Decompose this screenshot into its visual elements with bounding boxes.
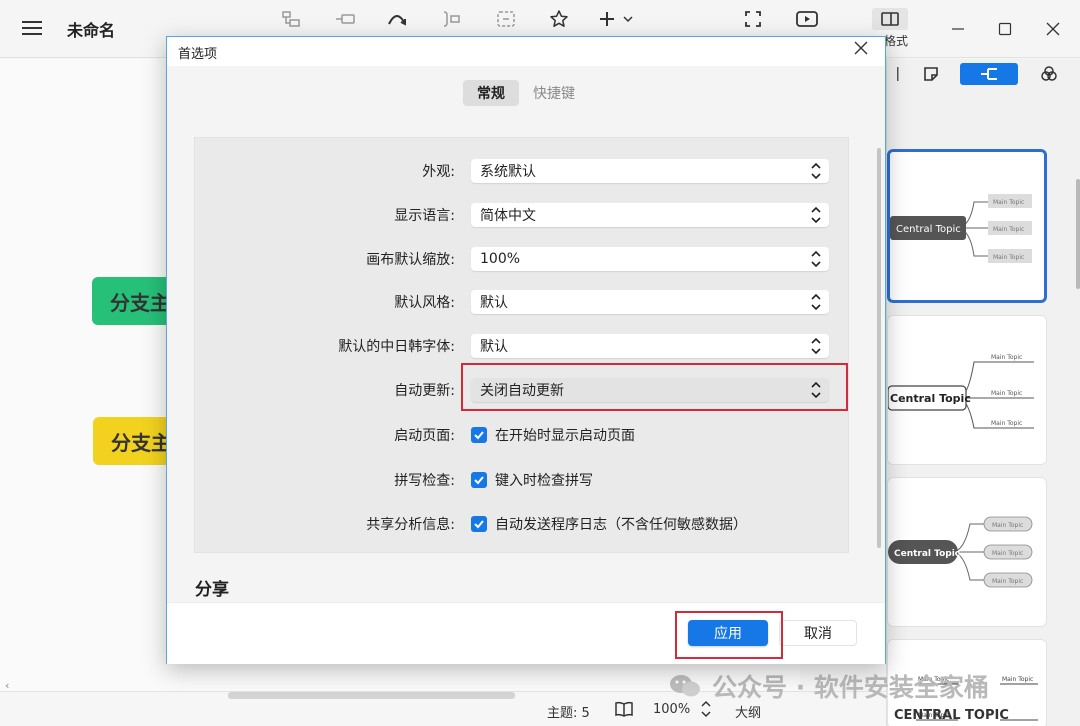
theme-card-2[interactable]: Central Topic Main Topic Main Topic Main…	[887, 315, 1047, 465]
language-value: 简体中文	[480, 208, 536, 224]
cjk-font-select[interactable]: 默认	[471, 334, 829, 358]
startup-page-checkbox-row[interactable]: 在开始时显示启动页面	[471, 424, 635, 446]
insert-parent-topic-icon[interactable]	[280, 8, 302, 30]
checkbox-checked-icon[interactable]	[471, 472, 487, 488]
card-2-branch-1: Main Topic	[991, 354, 1022, 361]
card-3-branch-1: Main Topic	[992, 522, 1023, 529]
theme-icon[interactable]	[1037, 63, 1061, 85]
canvas-horizontal-scrollbar[interactable]	[228, 692, 515, 699]
canvas-zoom-select[interactable]: 100%	[471, 247, 829, 271]
watermark-text: 公众号 · 软件安装全家桶	[712, 673, 989, 702]
select-chevron-icon	[811, 206, 821, 224]
spell-check-text: 键入时检查拼写	[495, 473, 593, 489]
canvas-zoom-label: 画布默认缩放:	[366, 252, 455, 268]
format-panel: Central Topic Main Topic Main Topic Main…	[886, 59, 1080, 726]
highlight-box-auto-update	[461, 363, 848, 411]
language-select[interactable]: 简体中文	[471, 203, 829, 227]
star-icon[interactable]	[547, 8, 571, 30]
insert-subtopic-icon[interactable]	[333, 8, 357, 30]
canvas-zoom-value: 100%	[480, 251, 521, 267]
select-chevron-icon	[811, 337, 821, 355]
relationship-icon[interactable]	[385, 8, 409, 30]
close-window-icon[interactable]	[1043, 18, 1063, 40]
card-4-central-topic: CENTRAL TOPIC	[894, 708, 1009, 723]
sticker-icon[interactable]	[919, 63, 943, 85]
default-style-label: 默认风格:	[394, 295, 455, 311]
card-1-branch-3: Main Topic	[993, 254, 1024, 261]
document-title: 未命名	[67, 21, 116, 40]
general-settings-section: 外观: 系统默认 显示语言: 简体中文 画布默认缩放: 100% 默认风格: 默…	[194, 137, 849, 553]
card-1-branch-1: Main Topic	[993, 199, 1024, 206]
insert-add-icon[interactable]	[598, 8, 636, 30]
default-style-value: 默认	[480, 295, 508, 311]
maximize-window-icon[interactable]	[995, 18, 1015, 40]
analytics-text: 自动发送程序日志（不含任何敏感数据）	[495, 517, 747, 533]
book-outline-icon[interactable]	[614, 700, 634, 718]
select-chevron-icon	[811, 162, 821, 180]
panel-scrollbar[interactable]	[1076, 179, 1080, 289]
dialog-body: 常规 快捷键 外观: 系统默认 显示语言: 简体中文 画布默认缩放: 100% …	[167, 66, 885, 602]
checkbox-checked-icon[interactable]	[471, 427, 487, 443]
topic-count: 主题: 5	[547, 706, 590, 721]
minimize-window-icon[interactable]	[948, 18, 968, 40]
startup-page-label: 启动页面:	[394, 428, 455, 444]
scroll-left-icon[interactable]: ‹	[5, 679, 9, 692]
summary-icon[interactable]	[495, 8, 517, 30]
preferences-tabs: 常规 快捷键	[463, 80, 589, 106]
panel-divider-icon	[891, 63, 905, 85]
analytics-checkbox-row[interactable]: 自动发送程序日志（不含任何敏感数据）	[471, 513, 747, 535]
format-label: 格式	[884, 34, 909, 48]
boundary-icon[interactable]	[440, 8, 462, 30]
cjk-font-label: 默认的中日韩字体:	[338, 339, 455, 355]
cjk-font-value: 默认	[480, 339, 508, 355]
card-3-branch-3: Main Topic	[992, 578, 1023, 585]
analytics-label: 共享分析信息:	[366, 517, 455, 533]
card-2-branch-2: Main Topic	[991, 390, 1022, 397]
preferences-dialog: 首选项 常规 快捷键 外观: 系统默认 显示语言: 简体中文 画布默认缩放: 1…	[166, 36, 886, 664]
panel-toolbar	[887, 59, 1080, 93]
card-3-branch-2: Main Topic	[992, 550, 1023, 557]
dialog-title: 首选项	[178, 47, 218, 62]
appearance-select[interactable]: 系统默认	[471, 159, 829, 183]
select-chevron-icon	[811, 250, 821, 268]
watermark: 公众号 · 软件安装全家桶	[668, 664, 989, 708]
highlight-box-apply	[675, 611, 783, 659]
select-chevron-icon	[811, 293, 821, 311]
theme-card-3[interactable]: Central Topic Main Topic Main Topic Main…	[887, 477, 1047, 627]
card-2-branch-3: Main Topic	[991, 420, 1022, 427]
structure-icon[interactable]	[960, 63, 1018, 85]
theme-card-1[interactable]: Central Topic Main Topic Main Topic Main…	[887, 149, 1047, 303]
dialog-close-icon[interactable]	[851, 40, 871, 60]
default-style-select[interactable]: 默认	[471, 290, 829, 314]
format-panel-toggle-icon[interactable]	[872, 8, 908, 30]
dialog-scrollbar[interactable]	[877, 148, 881, 548]
appearance-value: 系统默认	[480, 164, 536, 180]
language-label: 显示语言:	[394, 208, 455, 224]
pitch-mode-play-icon[interactable]	[794, 8, 820, 30]
card-2-central-topic: Central Topic	[890, 392, 971, 405]
tab-shortcuts[interactable]: 快捷键	[519, 80, 589, 106]
hamburger-menu-icon[interactable]	[20, 16, 44, 40]
auto-update-label: 自动更新:	[394, 383, 455, 399]
appearance-label: 外观:	[422, 164, 455, 180]
tab-general[interactable]: 常规	[463, 80, 519, 106]
card-1-branch-2: Main Topic	[993, 226, 1024, 233]
card-3-central-topic: Central Topic	[894, 549, 960, 559]
card-1-central-topic: Central Topic	[896, 224, 961, 235]
card-4-branch-2: Main Topic	[1002, 676, 1033, 683]
spell-check-checkbox-row[interactable]: 键入时检查拼写	[471, 469, 593, 491]
startup-page-text: 在开始时显示启动页面	[495, 428, 635, 444]
checkbox-checked-icon[interactable]	[471, 516, 487, 532]
wechat-icon	[670, 675, 700, 697]
spell-check-label: 拼写检查:	[394, 473, 455, 489]
fullscreen-icon[interactable]	[742, 8, 764, 30]
share-section-heading: 分享	[195, 580, 229, 600]
cancel-button[interactable]: 取消	[779, 620, 857, 646]
